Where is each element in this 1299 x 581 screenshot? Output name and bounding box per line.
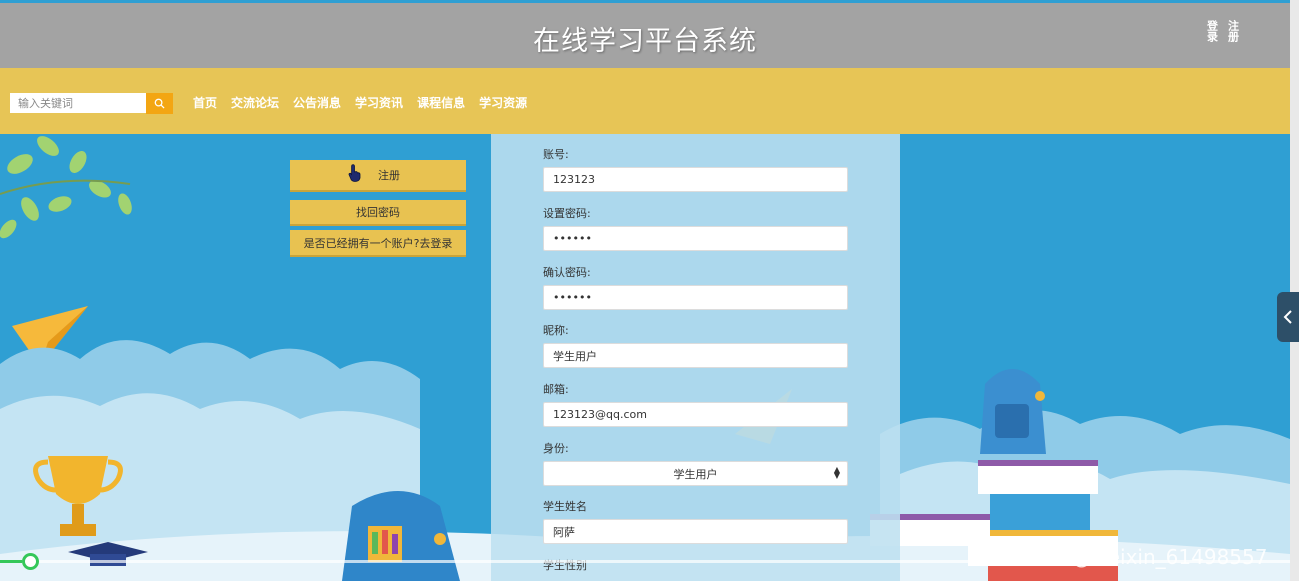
email-label: 邮箱: (543, 383, 569, 396)
select-arrow-icon: ▲ ▼ (833, 465, 840, 480)
identity-select[interactable]: 学生用户 ▲ ▼ (543, 461, 848, 486)
search-icon (154, 98, 165, 109)
nav-bar: 首页 交流论坛 公告消息 学习资讯 课程信息 学习资源 (0, 68, 1290, 134)
register-button[interactable]: 注册 (290, 160, 466, 190)
nickname-input[interactable] (543, 343, 848, 368)
forgot-password-label: 找回密码 (356, 206, 400, 219)
side-panel-toggle[interactable] (1277, 292, 1299, 342)
nav-item-news[interactable]: 学习资讯 (355, 94, 403, 111)
account-input[interactable] (543, 167, 848, 192)
search-input[interactable] (10, 93, 146, 113)
register-label: 注册 (1226, 20, 1240, 42)
confirm-password-label: 确认密码: (543, 266, 591, 279)
nav-item-courses[interactable]: 课程信息 (417, 94, 465, 111)
auth-links: 登录 注册 (1203, 20, 1243, 42)
video-progress-knob[interactable] (22, 553, 39, 570)
confirm-password-input[interactable] (543, 285, 848, 310)
nav-item-resources[interactable]: 学习资源 (479, 94, 527, 111)
right-edge-strip (1290, 0, 1299, 581)
nav-item-forum[interactable]: 交流论坛 (231, 94, 279, 111)
identity-select-value: 学生用户 (673, 467, 718, 481)
nav-item-home[interactable]: 首页 (193, 94, 217, 111)
register-link[interactable]: 注册 (1224, 20, 1242, 42)
login-label: 登录 (1205, 20, 1219, 42)
nickname-label: 昵称: (543, 324, 569, 337)
site-title: 在线学习平台系统 (533, 26, 757, 57)
identity-label: 身份: (543, 442, 569, 455)
watermark-text: CSDN @weixin_61498557 (1008, 545, 1268, 569)
student-name-input[interactable] (543, 519, 848, 544)
student-name-label: 学生姓名 (543, 500, 587, 513)
nav-item-notice[interactable]: 公告消息 (293, 94, 341, 111)
forgot-password-button[interactable]: 找回密码 (290, 200, 466, 224)
register-button-label: 注册 (378, 169, 400, 182)
login-link[interactable]: 登录 (1203, 20, 1221, 42)
backpack-right (980, 369, 1046, 454)
chevron-left-icon (1283, 310, 1292, 324)
password-input[interactable] (543, 226, 848, 251)
account-label: 账号: (543, 148, 569, 161)
hand-cursor-icon (348, 164, 361, 182)
password-label: 设置密码: (543, 207, 591, 220)
go-login-label: 是否已经拥有一个账户?去登录 (303, 236, 453, 250)
site-header: 在线学习平台系统 登录 注册 (0, 3, 1290, 68)
nav-menu: 首页 交流论坛 公告消息 学习资讯 课程信息 学习资源 (193, 94, 541, 111)
go-login-button[interactable]: 是否已经拥有一个账户?去登录 (290, 230, 466, 255)
search-button[interactable] (146, 93, 173, 114)
email-input[interactable] (543, 402, 848, 427)
